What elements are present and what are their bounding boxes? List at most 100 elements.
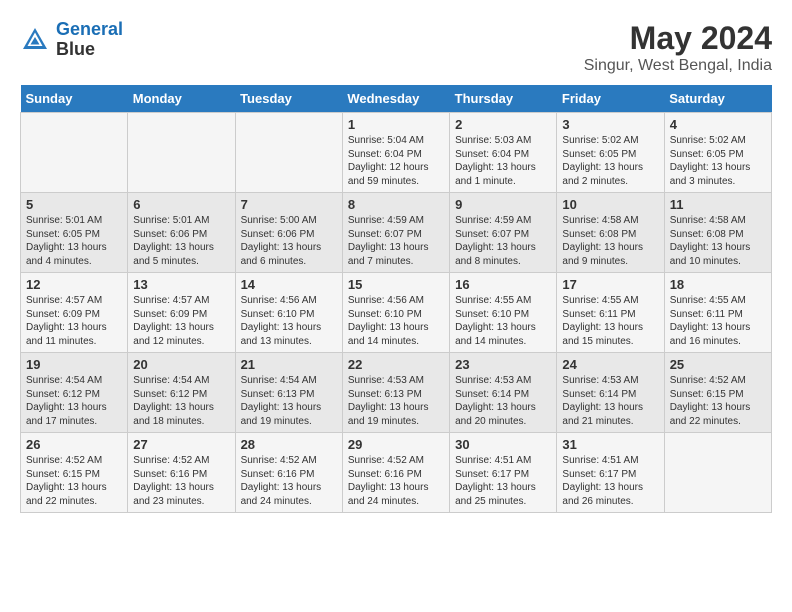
- calendar-cell: 19Sunrise: 4:54 AM Sunset: 6:12 PM Dayli…: [21, 353, 128, 433]
- calendar-cell: [235, 113, 342, 193]
- cell-info: Sunrise: 4:54 AM Sunset: 6:12 PM Dayligh…: [133, 374, 229, 428]
- cell-info: Sunrise: 4:53 AM Sunset: 6:14 PM Dayligh…: [562, 374, 658, 428]
- cell-info: Sunrise: 4:52 AM Sunset: 6:16 PM Dayligh…: [348, 454, 444, 508]
- cell-info: Sunrise: 4:57 AM Sunset: 6:09 PM Dayligh…: [26, 294, 122, 348]
- calendar-cell: 16 Sunrise: 4:55 AM Sunset: 6:10 PM Dayli…: [450, 273, 557, 353]
- day-number: 13: [133, 277, 229, 292]
- calendar-cell: 12 Sunrise: 4:57 AM Sunset: 6:09 PM Dayli…: [21, 273, 128, 353]
- calendar-cell: 14 Sunrise: 4:56 AM Sunset: 6:10 PM Dayli…: [235, 273, 342, 353]
- day-number: 20: [133, 357, 229, 372]
- day-number: 8: [348, 197, 444, 212]
- calendar-cell: 30 Sunrise: 4:51 AM Sunset: 6:17 PM Dayli…: [450, 433, 557, 513]
- page-header: General Blue May 2024 Singur, West Benga…: [20, 20, 772, 75]
- day-number: 24: [562, 357, 658, 372]
- cell-info: Sunrise: 4:51 AM Sunset: 6:17 PM Dayligh…: [562, 454, 658, 508]
- day-number: 14: [241, 277, 337, 292]
- calendar-cell: 29 Sunrise: 4:52 AM Sunset: 6:16 PM Dayli…: [342, 433, 449, 513]
- cell-info: Sunrise: 4:54 AM Sunset: 6:13 PM Dayligh…: [241, 374, 337, 428]
- day-number: 16: [455, 277, 551, 292]
- cell-info: Sunrise: 4:53 AM Sunset: 6:13 PM Dayligh…: [348, 374, 444, 428]
- cell-info: Sunrise: 4:59 AM Sunset: 6:07 PM Dayligh…: [455, 214, 551, 268]
- cell-info: Sunrise: 4:56 AM Sunset: 6:10 PM Dayligh…: [348, 294, 444, 348]
- logo-line1: General: [56, 19, 123, 39]
- calendar-cell: 24 Sunrise: 4:53 AM Sunset: 6:14 PM Dayli…: [557, 353, 664, 433]
- sub-title: Singur, West Bengal, India: [584, 57, 772, 75]
- calendar-body: 1Sunrise: 5:04 AM Sunset: 6:04 PM Daylig…: [21, 113, 772, 513]
- cell-info: Sunrise: 4:57 AM Sunset: 6:09 PM Dayligh…: [133, 294, 229, 348]
- cell-info: Sunrise: 4:59 AM Sunset: 6:07 PM Dayligh…: [348, 214, 444, 268]
- cell-info: Sunrise: 4:58 AM Sunset: 6:08 PM Dayligh…: [670, 214, 766, 268]
- cell-info: Sunrise: 4:58 AM Sunset: 6:08 PM Dayligh…: [562, 214, 658, 268]
- day-number: 10: [562, 197, 658, 212]
- calendar-cell: [664, 433, 771, 513]
- day-number: 31: [562, 437, 658, 452]
- logo-line2: Blue: [56, 40, 123, 60]
- calendar-cell: 17Sunrise: 4:55 AM Sunset: 6:11 PM Dayli…: [557, 273, 664, 353]
- day-number: 1: [348, 117, 444, 132]
- calendar-cell: [21, 113, 128, 193]
- calendar-cell: 3 Sunrise: 5:02 AM Sunset: 6:05 PM Daylig…: [557, 113, 664, 193]
- day-number: 21: [241, 357, 337, 372]
- cell-info: Sunrise: 5:03 AM Sunset: 6:04 PM Dayligh…: [455, 134, 551, 188]
- cell-info: Sunrise: 5:01 AM Sunset: 6:05 PM Dayligh…: [26, 214, 122, 268]
- calendar-cell: 25Sunrise: 4:52 AM Sunset: 6:15 PM Dayli…: [664, 353, 771, 433]
- calendar-cell: 31 Sunrise: 4:51 AM Sunset: 6:17 PM Dayli…: [557, 433, 664, 513]
- calendar-week-row: 26Sunrise: 4:52 AM Sunset: 6:15 PM Dayli…: [21, 433, 772, 513]
- cell-info: Sunrise: 4:52 AM Sunset: 6:16 PM Dayligh…: [133, 454, 229, 508]
- calendar-cell: 20 Sunrise: 4:54 AM Sunset: 6:12 PM Dayli…: [128, 353, 235, 433]
- cell-info: Sunrise: 4:55 AM Sunset: 6:10 PM Dayligh…: [455, 294, 551, 348]
- calendar-cell: 5Sunrise: 5:01 AM Sunset: 6:05 PM Daylig…: [21, 193, 128, 273]
- calendar-cell: 15 Sunrise: 4:56 AM Sunset: 6:10 PM Dayli…: [342, 273, 449, 353]
- calendar-cell: 11 Sunrise: 4:58 AM Sunset: 6:08 PM Dayli…: [664, 193, 771, 273]
- calendar-cell: 10 Sunrise: 4:58 AM Sunset: 6:08 PM Dayli…: [557, 193, 664, 273]
- weekday-header: Saturday: [664, 85, 771, 113]
- header-row: SundayMondayTuesdayWednesdayThursdayFrid…: [21, 85, 772, 113]
- day-number: 27: [133, 437, 229, 452]
- cell-info: Sunrise: 4:51 AM Sunset: 6:17 PM Dayligh…: [455, 454, 551, 508]
- cell-info: Sunrise: 4:56 AM Sunset: 6:10 PM Dayligh…: [241, 294, 337, 348]
- day-number: 6: [133, 197, 229, 212]
- weekday-header: Thursday: [450, 85, 557, 113]
- day-number: 23: [455, 357, 551, 372]
- weekday-header: Tuesday: [235, 85, 342, 113]
- calendar-week-row: 19Sunrise: 4:54 AM Sunset: 6:12 PM Dayli…: [21, 353, 772, 433]
- cell-info: Sunrise: 5:00 AM Sunset: 6:06 PM Dayligh…: [241, 214, 337, 268]
- day-number: 25: [670, 357, 766, 372]
- logo-icon: [20, 25, 50, 55]
- calendar-week-row: 12 Sunrise: 4:57 AM Sunset: 6:09 PM Dayli…: [21, 273, 772, 353]
- weekday-header: Friday: [557, 85, 664, 113]
- weekday-header: Monday: [128, 85, 235, 113]
- calendar-header: SundayMondayTuesdayWednesdayThursdayFrid…: [21, 85, 772, 113]
- calendar-cell: 13 Sunrise: 4:57 AM Sunset: 6:09 PM Dayli…: [128, 273, 235, 353]
- title-block: May 2024 Singur, West Bengal, India: [584, 20, 772, 75]
- calendar-cell: 28Sunrise: 4:52 AM Sunset: 6:16 PM Dayli…: [235, 433, 342, 513]
- calendar-cell: 8 Sunrise: 4:59 AM Sunset: 6:07 PM Daylig…: [342, 193, 449, 273]
- cell-info: Sunrise: 5:02 AM Sunset: 6:05 PM Dayligh…: [670, 134, 766, 188]
- day-number: 29: [348, 437, 444, 452]
- day-number: 7: [241, 197, 337, 212]
- day-number: 15: [348, 277, 444, 292]
- day-number: 11: [670, 197, 766, 212]
- day-number: 3: [562, 117, 658, 132]
- calendar-cell: 18Sunrise: 4:55 AM Sunset: 6:11 PM Dayli…: [664, 273, 771, 353]
- day-number: 9: [455, 197, 551, 212]
- calendar-week-row: 1Sunrise: 5:04 AM Sunset: 6:04 PM Daylig…: [21, 113, 772, 193]
- calendar-cell: 6Sunrise: 5:01 AM Sunset: 6:06 PM Daylig…: [128, 193, 235, 273]
- cell-info: Sunrise: 4:52 AM Sunset: 6:15 PM Dayligh…: [26, 454, 122, 508]
- weekday-header: Wednesday: [342, 85, 449, 113]
- cell-info: Sunrise: 5:02 AM Sunset: 6:05 PM Dayligh…: [562, 134, 658, 188]
- day-number: 2: [455, 117, 551, 132]
- calendar-cell: 23Sunrise: 4:53 AM Sunset: 6:14 PM Dayli…: [450, 353, 557, 433]
- calendar-cell: 2 Sunrise: 5:03 AM Sunset: 6:04 PM Daylig…: [450, 113, 557, 193]
- day-number: 30: [455, 437, 551, 452]
- logo-text: General Blue: [56, 20, 123, 60]
- day-number: 4: [670, 117, 766, 132]
- main-title: May 2024: [584, 20, 772, 57]
- calendar-table: SundayMondayTuesdayWednesdayThursdayFrid…: [20, 85, 772, 513]
- calendar-cell: 1Sunrise: 5:04 AM Sunset: 6:04 PM Daylig…: [342, 113, 449, 193]
- day-number: 12: [26, 277, 122, 292]
- day-number: 17: [562, 277, 658, 292]
- calendar-cell: 26Sunrise: 4:52 AM Sunset: 6:15 PM Dayli…: [21, 433, 128, 513]
- calendar-cell: 4 Sunrise: 5:02 AM Sunset: 6:05 PM Daylig…: [664, 113, 771, 193]
- day-number: 28: [241, 437, 337, 452]
